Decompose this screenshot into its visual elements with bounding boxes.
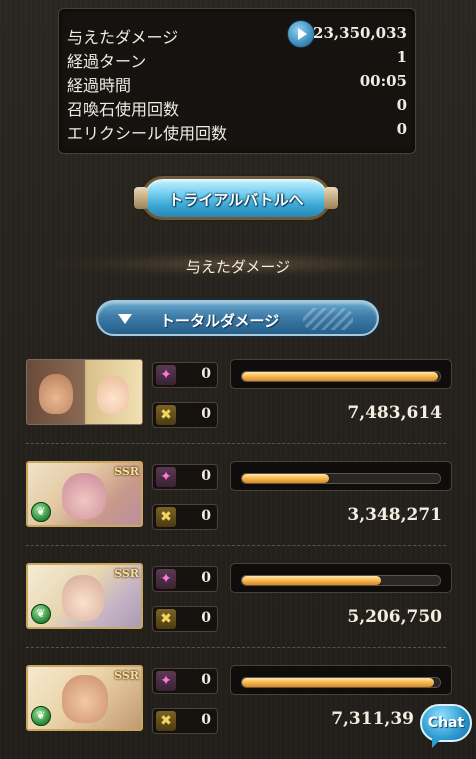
ability-icon: ✖ [156,405,176,425]
damage-bar [230,359,452,389]
ability-value: 0 [201,406,211,422]
section-title: 与えたダメージ [185,258,291,276]
charge-attack-value: 0 [201,672,211,688]
ability-count: ✖ 0 [152,606,218,632]
trial-battle-label: トライアルバトルへ [168,191,304,209]
damage-value: 3,348,271 [347,505,442,525]
ability-count: ✖ 0 [152,402,218,428]
summary-row-damage: 与えたダメージ 23,350,033 [67,20,407,48]
rarity-badge: SSR [114,465,139,478]
summary-label: エリクシール使用回数 [67,124,228,143]
ability-value: 0 [201,712,211,728]
damage-bar-track [241,371,441,382]
wind-element-icon: ❦ [31,604,51,624]
ability-icon: ✖ [156,609,176,629]
damage-section-heading: 与えたダメージ [50,250,426,278]
chat-button[interactable]: Chat [420,704,472,748]
ability-value: 0 [201,610,211,626]
damage-bar-fill [242,372,439,381]
charge-attack-icon: ✦ [156,365,176,385]
damage-value: 5,206,750 [347,607,442,627]
ability-icon: ✖ [156,711,176,731]
charge-attack-count: ✦ 0 [152,668,218,694]
summary-row-time: 経過時間 00:05 [67,72,407,95]
character-face [62,473,106,519]
charge-attack-icon: ✦ [156,467,176,487]
summary-value: 00:05 [359,72,407,90]
character-row: SSR ❦ ✦ 0 ✖ 0 7,311,39 [26,665,454,753]
summary-label: 召喚石使用回数 [67,100,180,119]
charge-attack-value: 0 [201,570,211,586]
damage-bar [230,563,452,593]
chat-label: Chat [427,715,465,731]
damage-bar-fill [242,678,435,687]
trial-battle-button[interactable]: トライアルバトルへ [134,176,338,220]
summary-value: 0 [396,96,407,114]
damage-bar-track [241,575,441,586]
damage-bar-fill [242,474,330,483]
summary-label: 与えたダメージ [67,28,179,47]
character-row: SSR ❦ ✦ 0 ✖ 0 3,348,271 [26,461,454,549]
charge-attack-count: ✦ 0 [152,566,218,592]
character-portrait[interactable]: SSR ❦ [26,563,143,629]
summary-value: 1 [396,48,407,66]
damage-bar-track [241,677,441,688]
chat-bubble-tail [432,738,442,748]
damage-type-dropdown[interactable]: トータルダメージ [96,300,379,336]
chevron-down-icon [118,314,132,324]
dropdown-decoration [303,308,353,330]
summary-label: 経過時間 [67,76,132,95]
damage-bar [230,461,452,491]
summary-row-elixirs: エリクシール使用回数 0 [67,120,407,143]
rarity-badge: SSR [114,567,139,580]
ability-icon: ✖ [156,507,176,527]
character-portrait[interactable] [26,359,143,425]
damage-bar-track [241,473,441,484]
charge-attack-count: ✦ 0 [152,362,218,388]
summary-value: 23,350,033 [313,24,407,42]
charge-attack-icon: ✦ [156,569,176,589]
character-row: SSR ❦ ✦ 0 ✖ 0 5,206,750 [26,563,454,651]
dropdown-label: トータルダメージ [160,312,280,330]
chat-icon: Chat [420,704,472,742]
character-face [62,575,104,621]
summary-value: 0 [396,120,407,138]
ability-count: ✖ 0 [152,708,218,734]
ability-value: 0 [201,508,211,524]
summary-row-turns: 経過ターン 1 [67,48,407,71]
summary-label: 経過ターン [67,52,147,71]
row-divider [26,545,446,546]
summary-row-summons: 召喚石使用回数 0 [67,96,407,119]
character-portrait[interactable]: SSR ❦ [26,461,143,527]
hero-face [39,374,73,414]
wind-element-icon: ❦ [31,502,51,522]
row-divider [26,647,446,648]
charge-attack-value: 0 [201,468,211,484]
rarity-badge: SSR [114,669,139,682]
charge-attack-icon: ✦ [156,671,176,691]
character-face [62,675,108,723]
damage-bar-fill [242,576,381,585]
battle-summary-panel: 与えたダメージ 23,350,033 経過ターン 1 経過時間 00:05 召喚… [58,8,416,154]
ability-count: ✖ 0 [152,504,218,530]
heroine-face [97,376,129,414]
character-row: ✦ 0 ✖ 0 7,483,614 [26,359,454,447]
charge-attack-value: 0 [201,366,211,382]
damage-value: 7,311,39 [331,709,414,729]
play-icon[interactable] [287,20,315,48]
damage-bar [230,665,452,695]
character-portrait[interactable]: SSR ❦ [26,665,143,731]
charge-attack-count: ✦ 0 [152,464,218,490]
row-divider [26,443,446,444]
damage-value: 7,483,614 [347,403,442,423]
wind-element-icon: ❦ [31,706,51,726]
